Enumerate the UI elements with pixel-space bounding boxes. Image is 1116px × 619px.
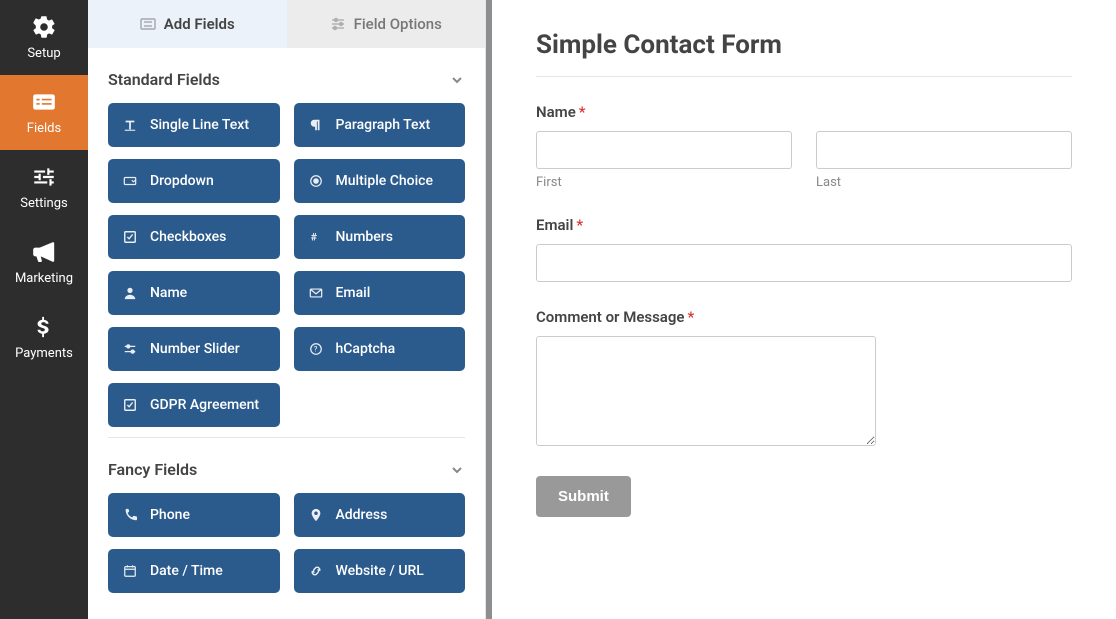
gear-icon bbox=[31, 14, 57, 40]
field-type-name[interactable]: Name bbox=[108, 271, 280, 315]
tab-label: Add Fields bbox=[164, 15, 235, 33]
svg-text:#: # bbox=[310, 231, 317, 244]
nav-settings[interactable]: Settings bbox=[0, 150, 88, 225]
field-type-label: Name bbox=[150, 285, 187, 301]
section-title: Fancy Fields bbox=[108, 460, 197, 479]
field-type-label: Checkboxes bbox=[150, 229, 226, 245]
field-type-paragraph-text[interactable]: Paragraph Text bbox=[294, 103, 466, 147]
envelope-icon bbox=[308, 285, 324, 301]
user-icon bbox=[122, 285, 138, 301]
form-icon bbox=[140, 16, 156, 32]
name-label: Name* bbox=[536, 103, 1072, 121]
field-message: Comment or Message* bbox=[536, 308, 1072, 450]
section-standard-fields[interactable]: Standard Fields bbox=[108, 48, 465, 103]
divider bbox=[536, 76, 1072, 77]
nav-marketing[interactable]: Marketing bbox=[0, 225, 88, 300]
nav-label: Setup bbox=[27, 46, 60, 61]
section-title: Standard Fields bbox=[108, 70, 220, 89]
field-type-label: Single Line Text bbox=[150, 117, 249, 133]
tab-field-options[interactable]: Field Options bbox=[287, 0, 486, 48]
field-type-date-time[interactable]: Date / Time bbox=[108, 549, 280, 593]
list-icon bbox=[31, 89, 57, 115]
field-type-label: Multiple Choice bbox=[336, 173, 433, 189]
email-input[interactable] bbox=[536, 244, 1072, 282]
form-title: Simple Contact Form bbox=[536, 30, 1072, 60]
fancy-fields-grid: Phone Address Date / Time Website / URL bbox=[108, 493, 465, 593]
field-email: Email* bbox=[536, 216, 1072, 282]
required-mark: * bbox=[579, 103, 586, 121]
nav-label: Fields bbox=[27, 121, 61, 136]
field-type-number-slider[interactable]: Number Slider bbox=[108, 327, 280, 371]
field-type-label: Address bbox=[336, 507, 388, 523]
field-type-address[interactable]: Address bbox=[294, 493, 466, 537]
field-type-label: Website / URL bbox=[336, 563, 424, 579]
field-type-single-line-text[interactable]: Single Line Text bbox=[108, 103, 280, 147]
nav-setup[interactable]: Setup bbox=[0, 0, 88, 75]
first-name-input[interactable] bbox=[536, 131, 792, 169]
field-type-website-url[interactable]: Website / URL bbox=[294, 549, 466, 593]
field-type-label: Paragraph Text bbox=[336, 117, 431, 133]
field-type-label: Dropdown bbox=[150, 173, 214, 189]
nav-label: Marketing bbox=[15, 271, 73, 286]
bullhorn-icon bbox=[31, 239, 57, 265]
field-type-email[interactable]: Email bbox=[294, 271, 466, 315]
nav-label: Settings bbox=[20, 196, 67, 211]
field-type-checkboxes[interactable]: Checkboxes bbox=[108, 215, 280, 259]
form-preview: Simple Contact Form Name* First Last Ema… bbox=[486, 0, 1116, 619]
chevron-down-icon bbox=[449, 462, 465, 478]
submit-button[interactable]: Submit bbox=[536, 476, 631, 517]
text-icon bbox=[122, 117, 138, 133]
sliders-icon bbox=[330, 16, 346, 32]
email-label: Email* bbox=[536, 216, 1072, 234]
chevron-down-icon bbox=[449, 72, 465, 88]
field-type-multiple-choice[interactable]: Multiple Choice bbox=[294, 159, 466, 203]
field-type-label: GDPR Agreement bbox=[150, 397, 259, 413]
map-pin-icon bbox=[308, 507, 324, 523]
section-fancy-fields[interactable]: Fancy Fields bbox=[108, 438, 465, 493]
panel-tabs: Add Fields Field Options bbox=[88, 0, 485, 48]
checkbox-icon bbox=[122, 229, 138, 245]
field-name: Name* First Last bbox=[536, 103, 1072, 190]
main-nav-sidebar: Setup Fields Settings Marketing Payments bbox=[0, 0, 88, 619]
required-mark: * bbox=[576, 216, 583, 234]
field-type-label: Date / Time bbox=[150, 563, 223, 579]
paragraph-icon bbox=[308, 117, 324, 133]
last-sublabel: Last bbox=[816, 175, 1072, 190]
field-type-label: Numbers bbox=[336, 229, 393, 245]
tab-add-fields[interactable]: Add Fields bbox=[88, 0, 287, 48]
sliders-icon bbox=[31, 164, 57, 190]
dollar-icon bbox=[31, 314, 57, 340]
standard-fields-grid: Single Line Text Paragraph Text Dropdown Mu… bbox=[108, 103, 465, 427]
slider-icon bbox=[122, 341, 138, 357]
first-sublabel: First bbox=[536, 175, 792, 190]
message-textarea[interactable] bbox=[536, 336, 876, 446]
hash-icon: # bbox=[308, 229, 324, 245]
fields-panel: Add Fields Field Options Standard Fields… bbox=[88, 0, 486, 619]
field-type-label: Phone bbox=[150, 507, 190, 523]
calendar-icon bbox=[122, 563, 138, 579]
message-label: Comment or Message* bbox=[536, 308, 1072, 326]
link-icon bbox=[308, 563, 324, 579]
tab-label: Field Options bbox=[354, 15, 442, 33]
required-mark: * bbox=[687, 308, 694, 326]
field-type-phone[interactable]: Phone bbox=[108, 493, 280, 537]
nav-payments[interactable]: Payments bbox=[0, 300, 88, 375]
radio-icon bbox=[308, 173, 324, 189]
field-type-hcaptcha[interactable]: ? hCaptcha bbox=[294, 327, 466, 371]
field-type-gdpr-agreement[interactable]: GDPR Agreement bbox=[108, 383, 280, 427]
svg-text:?: ? bbox=[313, 346, 317, 354]
question-icon: ? bbox=[308, 341, 324, 357]
phone-icon bbox=[122, 507, 138, 523]
nav-label: Payments bbox=[15, 346, 73, 361]
checkbox-icon bbox=[122, 397, 138, 413]
dropdown-icon bbox=[122, 173, 138, 189]
nav-fields[interactable]: Fields bbox=[0, 75, 88, 150]
last-name-input[interactable] bbox=[816, 131, 1072, 169]
field-type-dropdown[interactable]: Dropdown bbox=[108, 159, 280, 203]
field-type-label: Email bbox=[336, 285, 371, 301]
field-type-label: Number Slider bbox=[150, 341, 240, 357]
field-type-numbers[interactable]: # Numbers bbox=[294, 215, 466, 259]
field-type-label: hCaptcha bbox=[336, 341, 396, 357]
